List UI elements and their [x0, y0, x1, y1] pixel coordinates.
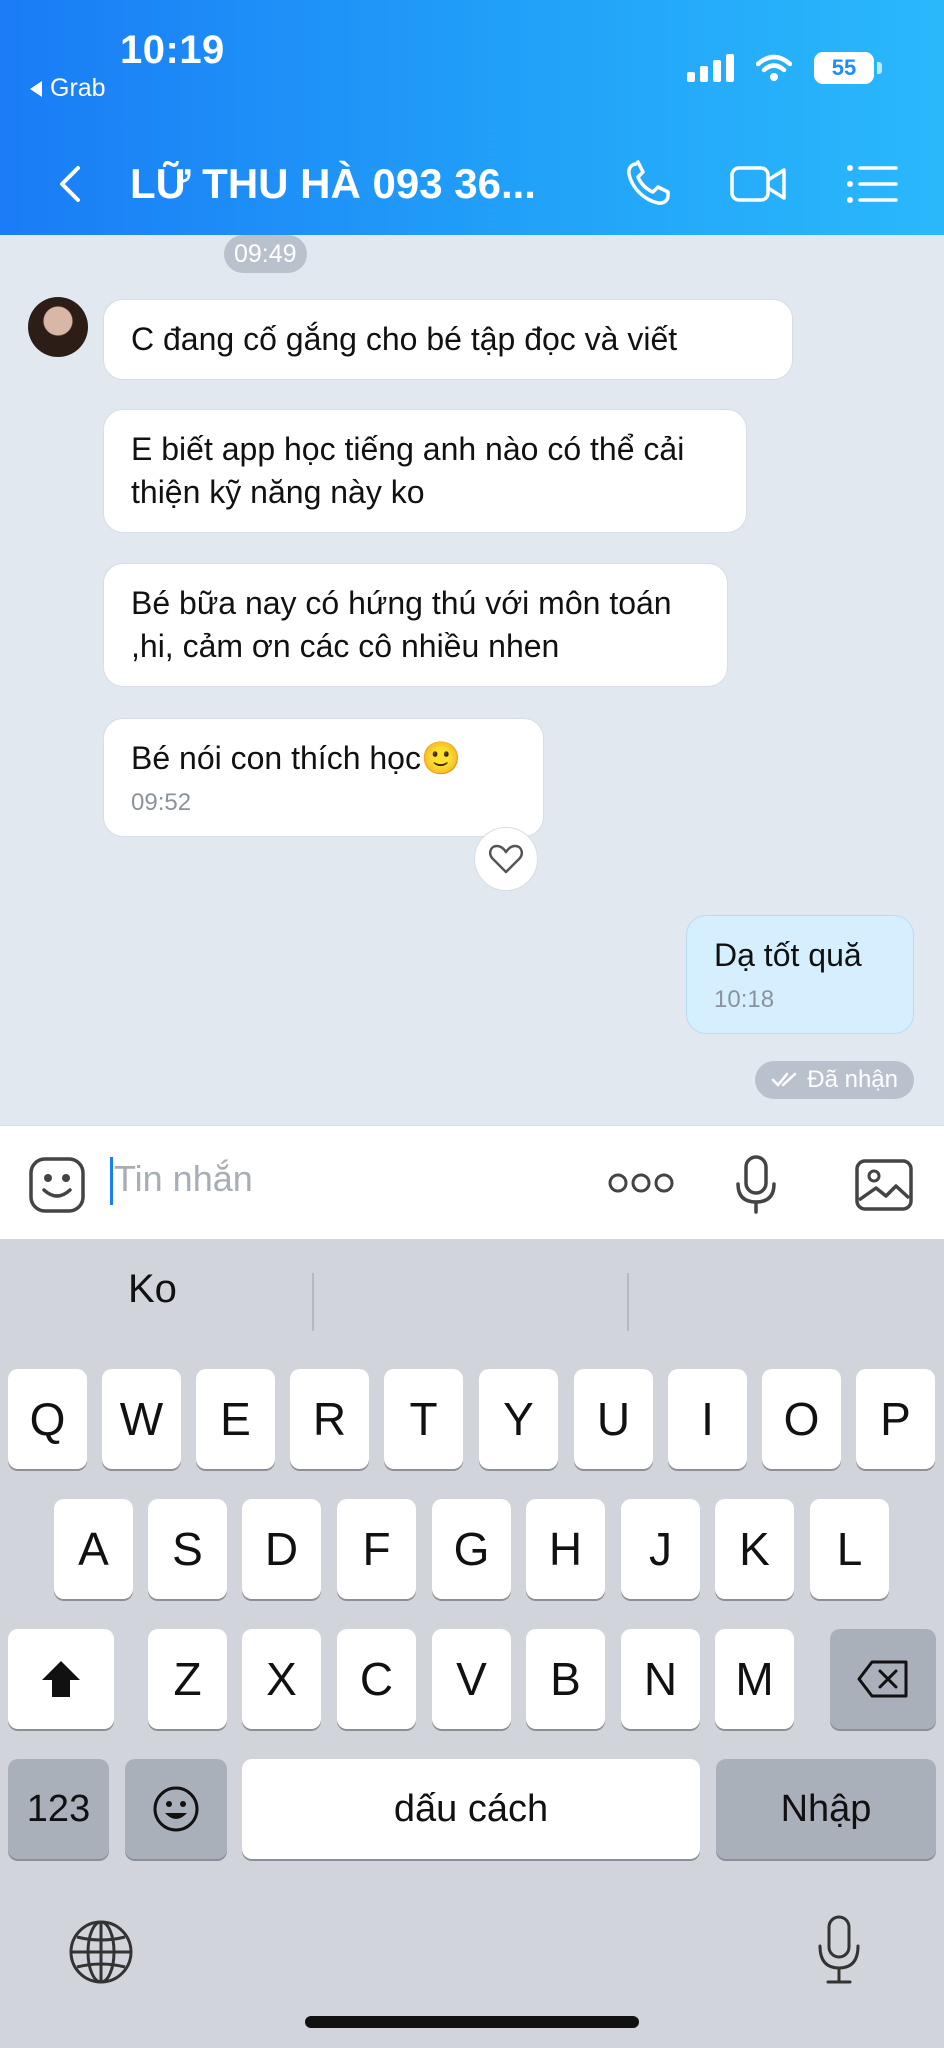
- key-e[interactable]: E: [196, 1369, 275, 1469]
- key-j[interactable]: J: [621, 1499, 700, 1599]
- numbers-key[interactable]: 123: [8, 1759, 109, 1859]
- app-header: 10:19 Grab 55 LỮ THU HÀ 093 36...: [0, 0, 944, 235]
- suggestion-divider: [627, 1273, 629, 1331]
- phone-call-icon[interactable]: [620, 156, 680, 212]
- message-bubble[interactable]: Bé bữa nay có hứng thú với môn toán ,hi,…: [103, 563, 728, 687]
- return-key[interactable]: Nhập: [716, 1759, 936, 1859]
- double-check-icon: [772, 1072, 797, 1087]
- key-s[interactable]: S: [148, 1499, 227, 1599]
- delete-key[interactable]: [830, 1629, 936, 1729]
- key-b[interactable]: B: [526, 1629, 605, 1729]
- battery-icon: 55: [814, 52, 882, 84]
- message-bubble[interactable]: C đang cố gắng cho bé tập đọc và viết: [103, 299, 793, 380]
- key-p[interactable]: P: [856, 1369, 935, 1469]
- microphone-icon[interactable]: [734, 1154, 778, 1216]
- chat-nav: LỮ THU HÀ 093 36...: [0, 140, 944, 230]
- suggestion-divider: [312, 1273, 314, 1331]
- space-key[interactable]: dấu cách: [242, 1759, 700, 1859]
- back-arrow-icon[interactable]: [50, 162, 94, 206]
- status-icons: 55: [687, 52, 882, 84]
- more-options-icon[interactable]: [608, 1172, 674, 1194]
- message-text: C đang cố gắng cho bé tập đọc và viết: [131, 321, 678, 357]
- key-z[interactable]: Z: [148, 1629, 227, 1729]
- message-input[interactable]: Tin nhắn: [114, 1158, 253, 1200]
- key-l[interactable]: L: [810, 1499, 889, 1599]
- home-indicator[interactable]: [305, 2016, 639, 2028]
- key-d[interactable]: D: [242, 1499, 321, 1599]
- message-input-bar: Tin nhắn: [0, 1125, 944, 1239]
- wifi-icon: [756, 54, 792, 81]
- key-c[interactable]: C: [337, 1629, 416, 1729]
- react-heart-button[interactable]: [474, 827, 538, 891]
- message-bubble[interactable]: E biết app học tiếng anh nào có thể cải …: [103, 409, 747, 533]
- key-a[interactable]: A: [54, 1499, 133, 1599]
- chat-area[interactable]: 09:49 C đang cố gắng cho bé tập đọc và v…: [0, 235, 944, 1125]
- delivery-status-text: Đã nhận: [807, 1066, 898, 1093]
- key-q[interactable]: Q: [8, 1369, 87, 1469]
- key-f[interactable]: F: [337, 1499, 416, 1599]
- emoji-smile-icon: [153, 1786, 199, 1832]
- key-k[interactable]: K: [715, 1499, 794, 1599]
- suggestion-bar: Ko: [0, 1239, 944, 1349]
- on-screen-keyboard: Ko Q W E R T Y U I O P A S D F G H J K L…: [0, 1239, 944, 2048]
- delivery-status: Đã nhận: [755, 1061, 914, 1099]
- key-o[interactable]: O: [762, 1369, 841, 1469]
- key-y[interactable]: Y: [479, 1369, 558, 1469]
- key-i[interactable]: I: [668, 1369, 747, 1469]
- menu-list-icon[interactable]: [842, 156, 902, 212]
- globe-icon[interactable]: [66, 1917, 136, 1987]
- emoji-key[interactable]: [125, 1759, 227, 1859]
- key-t[interactable]: T: [384, 1369, 463, 1469]
- image-gallery-icon[interactable]: [854, 1158, 914, 1212]
- key-n[interactable]: N: [621, 1629, 700, 1729]
- text-cursor: [110, 1157, 113, 1205]
- message-text: Bé nói con thích học🙂: [131, 740, 461, 776]
- time-separator: 09:49: [224, 235, 307, 273]
- key-g[interactable]: G: [432, 1499, 511, 1599]
- contact-avatar[interactable]: [28, 297, 88, 357]
- message-time: 10:18: [714, 986, 775, 1013]
- message-text: E biết app học tiếng anh nào có thể cải …: [131, 431, 685, 510]
- video-call-icon[interactable]: [728, 156, 788, 212]
- message-time: 09:52: [131, 789, 192, 816]
- emoji-sticker-icon[interactable]: [28, 1156, 86, 1214]
- back-triangle-icon: [30, 80, 42, 97]
- key-m[interactable]: M: [715, 1629, 794, 1729]
- backspace-icon: [857, 1660, 908, 1698]
- key-r[interactable]: R: [290, 1369, 369, 1469]
- contact-name[interactable]: LỮ THU HÀ 093 36...: [130, 160, 536, 208]
- key-w[interactable]: W: [102, 1369, 181, 1469]
- heart-icon: [488, 844, 524, 874]
- my-message-bubble[interactable]: Dạ tốt quă 10:18: [686, 915, 914, 1034]
- shift-key[interactable]: [8, 1629, 114, 1729]
- message-text: Bé bữa nay có hứng thú với môn toán ,hi,…: [131, 585, 672, 664]
- dictation-microphone-icon[interactable]: [816, 1914, 862, 1986]
- shift-arrow-icon: [42, 1661, 80, 1697]
- signal-icon: [687, 54, 734, 82]
- message-bubble[interactable]: Bé nói con thích học🙂 09:52: [103, 718, 544, 837]
- key-v[interactable]: V: [432, 1629, 511, 1729]
- suggestion-item[interactable]: Ko: [128, 1267, 177, 1312]
- back-to-app-link[interactable]: Grab: [30, 74, 106, 103]
- back-app-label: Grab: [50, 74, 106, 102]
- key-u[interactable]: U: [574, 1369, 653, 1469]
- status-time: 10:19: [120, 28, 225, 72]
- key-h[interactable]: H: [526, 1499, 605, 1599]
- message-text: Dạ tốt quă: [714, 937, 862, 973]
- key-x[interactable]: X: [242, 1629, 321, 1729]
